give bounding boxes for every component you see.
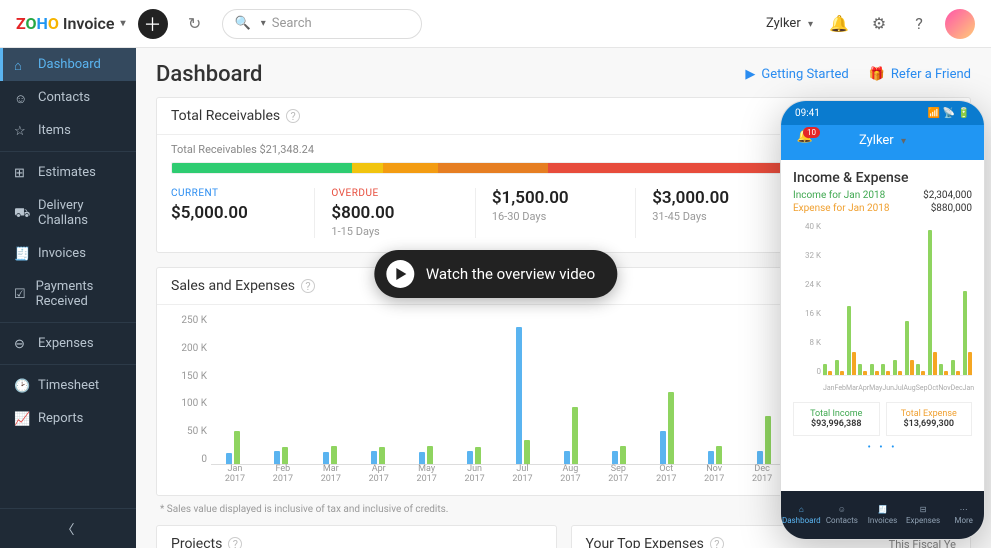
top-bar: ZOHO Invoice ▾ ＋ ↻ 🔍 ▾ Search Zylker ▾ 🔔… bbox=[0, 0, 991, 48]
dashboard-icon: ⌂ bbox=[799, 505, 804, 514]
card-title: Sales and Expenses bbox=[171, 278, 295, 294]
sidebar-item-label: Estimates bbox=[38, 165, 96, 180]
sidebar-item-contacts[interactable]: ☺ Contacts bbox=[0, 81, 136, 114]
search-placeholder: Search bbox=[272, 16, 312, 31]
phone-tab-more[interactable]: ⋯More bbox=[943, 491, 984, 539]
clock-icon: 🕑 bbox=[14, 379, 28, 393]
sidebar-item-label: Payments Received bbox=[36, 279, 122, 309]
sidebar-item-label: Invoices bbox=[38, 246, 86, 261]
help-icon[interactable]: ? bbox=[301, 279, 315, 293]
help-icon[interactable]: ? bbox=[905, 10, 933, 38]
invoice-icon: 🧾 bbox=[14, 247, 28, 261]
chevron-down-icon[interactable]: ▾ bbox=[120, 18, 125, 29]
history-icon[interactable]: ↻ bbox=[180, 9, 210, 39]
phone-total-income-box: Total Income$93,996,388 bbox=[793, 402, 880, 436]
card-title: Total Receivables bbox=[171, 108, 280, 124]
sidebar-item-items[interactable]: ☆ Items bbox=[0, 114, 136, 147]
org-switcher[interactable]: Zylker ▾ bbox=[766, 16, 813, 31]
watch-video-button[interactable]: Watch the overview video bbox=[374, 250, 617, 298]
sidebar-item-label: Expenses bbox=[38, 336, 94, 351]
add-button[interactable]: ＋ bbox=[138, 9, 168, 39]
card-title: Projects bbox=[171, 536, 222, 548]
phone-expense-label: Expense for Jan 2018 bbox=[793, 203, 890, 214]
help-icon[interactable]: ? bbox=[228, 537, 242, 548]
page-title: Dashboard bbox=[156, 62, 262, 87]
items-icon: ☆ bbox=[14, 124, 28, 138]
sidebar-item-label: Dashboard bbox=[38, 57, 101, 72]
sidebar-item-estimates[interactable]: ⊞ Estimates bbox=[0, 156, 136, 189]
refer-friend-link[interactable]: 🎁Refer a Friend bbox=[869, 67, 971, 82]
bucket-current: CURRENT$5,000.00 bbox=[171, 188, 314, 238]
invoice-icon: 🧾 bbox=[878, 505, 888, 514]
reports-icon: 📈 bbox=[14, 412, 28, 426]
page-dots[interactable]: • • • bbox=[793, 442, 972, 453]
phone-tab-invoices[interactable]: 🧾Invoices bbox=[862, 491, 903, 539]
sales-chart: 250 K200 K150 K100 K50 K0Jan2017Feb2017M… bbox=[171, 315, 834, 485]
sidebar-item-dashboard[interactable]: ⌂ Dashboard bbox=[0, 48, 136, 81]
search-input[interactable]: 🔍 ▾ Search bbox=[222, 9, 422, 39]
getting-started-link[interactable]: ▶Getting Started bbox=[745, 67, 848, 82]
sidebar-item-label: Timesheet bbox=[38, 378, 99, 393]
sidebar-item-payments[interactable]: ☑ Payments Received bbox=[0, 270, 136, 318]
sidebar-item-label: Contacts bbox=[38, 90, 90, 105]
sidebar-item-invoices[interactable]: 🧾 Invoices bbox=[0, 237, 136, 270]
help-icon[interactable]: ? bbox=[286, 109, 300, 123]
play-icon: ▶ bbox=[745, 67, 755, 82]
gear-icon[interactable]: ⚙ bbox=[865, 10, 893, 38]
phone-income-label: Income for Jan 2018 bbox=[793, 190, 885, 201]
phone-header: 🔔10 Zylker ▾ bbox=[781, 125, 984, 160]
phone-tab-expenses[interactable]: ⊟Expenses bbox=[903, 491, 944, 539]
dashboard-icon: ⌂ bbox=[14, 58, 28, 72]
video-label: Watch the overview video bbox=[426, 265, 595, 283]
estimates-icon: ⊞ bbox=[14, 166, 28, 180]
sidebar-item-delivery-challans[interactable]: ⛟ Delivery Challans bbox=[0, 189, 136, 237]
bucket-overdue-3: $3,000.0031-45 Days bbox=[635, 188, 795, 238]
phone-expense-value: $880,000 bbox=[931, 203, 972, 214]
play-icon bbox=[386, 260, 414, 288]
sidebar-item-label: Reports bbox=[38, 411, 83, 426]
notification-badge: 10 bbox=[803, 127, 820, 138]
bell-icon[interactable]: 🔔10 bbox=[795, 129, 815, 149]
sidebar-item-label: Delivery Challans bbox=[38, 198, 122, 228]
search-icon: 🔍 bbox=[235, 16, 251, 31]
sidebar-item-timesheet[interactable]: 🕑 Timesheet bbox=[0, 369, 136, 402]
chevron-down-icon[interactable]: ▾ bbox=[261, 18, 266, 29]
projects-card: Projects? bbox=[156, 525, 557, 548]
sidebar: ⌂ Dashboard ☺ Contacts ☆ Items ⊞ Estimates ⛟… bbox=[0, 48, 136, 548]
expenses-icon: ⊟ bbox=[920, 505, 927, 514]
sidebar-item-reports[interactable]: 📈 Reports bbox=[0, 402, 136, 435]
payments-icon: ☑ bbox=[14, 287, 26, 301]
truck-icon: ⛟ bbox=[14, 206, 28, 220]
sidebar-collapse-button[interactable]: 〈 bbox=[0, 508, 136, 548]
sidebar-item-label: Items bbox=[38, 123, 71, 138]
phone-tab-contacts[interactable]: ☺Contacts bbox=[822, 491, 863, 539]
avatar[interactable] bbox=[945, 9, 975, 39]
logo[interactable]: ZOHO Invoice ▾ bbox=[16, 14, 126, 33]
expenses-icon: ⊖ bbox=[14, 337, 28, 351]
card-title: Your Top Expenses bbox=[586, 536, 704, 548]
bell-icon[interactable]: 🔔 bbox=[825, 10, 853, 38]
phone-time: 09:41 bbox=[795, 108, 820, 119]
contacts-icon: ☺ bbox=[838, 505, 846, 514]
phone-tab-dashboard[interactable]: ⌂Dashboard bbox=[781, 491, 822, 539]
phone-total-expense-box: Total Expense$13,699,300 bbox=[886, 402, 973, 436]
help-icon[interactable]: ? bbox=[710, 537, 724, 548]
contacts-icon: ☺ bbox=[14, 91, 28, 105]
bucket-overdue-1: OVERDUE$800.001-15 Days bbox=[314, 188, 474, 238]
gift-icon: 🎁 bbox=[869, 67, 885, 82]
phone-preview: 09:41 📶 📡 🔋 🔔10 Zylker ▾ Income & Expense… bbox=[780, 100, 985, 540]
bucket-overdue-2: $1,500.0016-30 Days bbox=[475, 188, 635, 238]
signal-icon: 📶 📡 🔋 bbox=[928, 108, 970, 119]
phone-section-title: Income & Expense bbox=[793, 170, 972, 186]
phone-chart: 40 K32 K24 K16 K8 K0JanFebMarAprMayJunJu… bbox=[793, 222, 972, 392]
sidebar-item-expenses[interactable]: ⊖ Expenses bbox=[0, 327, 136, 360]
brand-product: Invoice bbox=[63, 14, 115, 33]
more-icon: ⋯ bbox=[960, 505, 968, 514]
phone-income-value: $2,304,000 bbox=[923, 190, 972, 201]
phone-tabbar: ⌂Dashboard ☺Contacts 🧾Invoices ⊟Expenses… bbox=[781, 491, 984, 539]
